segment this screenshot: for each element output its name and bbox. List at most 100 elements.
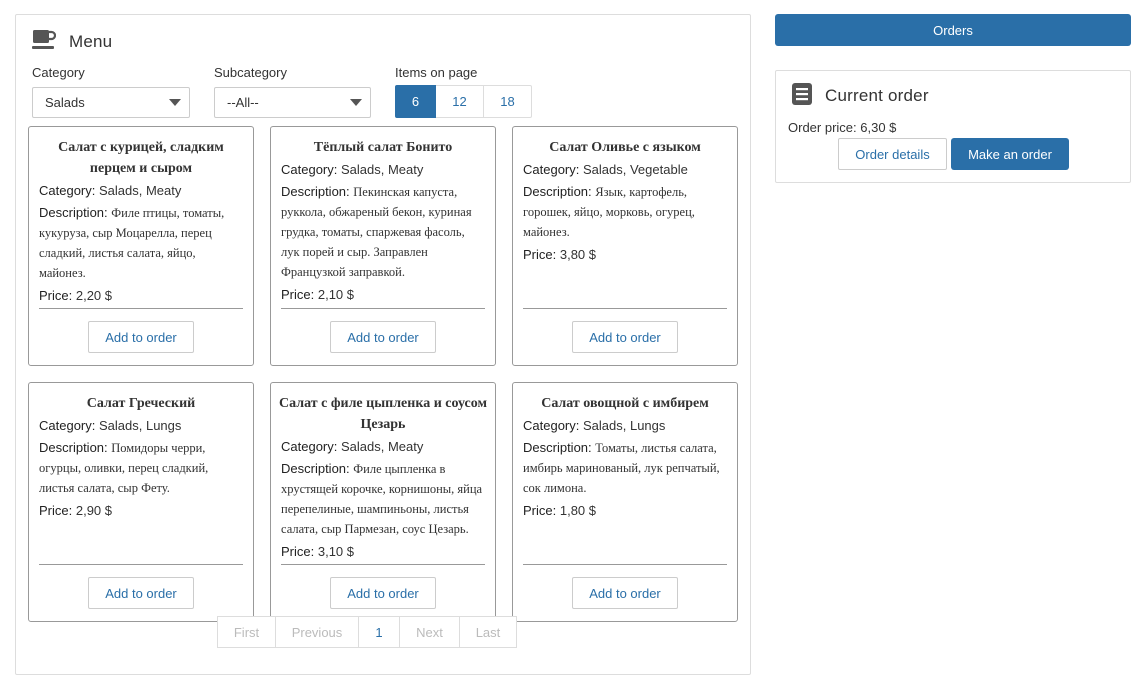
item-category-value: Salads, Meaty [341, 162, 423, 177]
item-category-value: Salads, Vegetable [583, 162, 688, 177]
order-price-value: 6,30 $ [860, 120, 896, 135]
order-price-label: Order price: [788, 120, 857, 135]
category-label: Category: [523, 418, 579, 433]
item-price-value: 1,80 $ [560, 503, 596, 518]
item-price: Price: 2,90 $ [29, 501, 253, 520]
pagination-previous[interactable]: Previous [276, 616, 359, 648]
item-price-value: 2,10 $ [318, 287, 354, 302]
pagination: First Previous 1 Next Last [217, 616, 517, 648]
page-size-12-button[interactable]: 12 [436, 85, 484, 118]
pagination-last[interactable]: Last [460, 616, 517, 648]
item-category: Category: Salads, Lungs [29, 416, 253, 435]
item-price: Price: 3,10 $ [271, 542, 495, 561]
coffee-cup-icon [32, 29, 56, 54]
menu-title: Menu [69, 32, 112, 52]
item-description: Description: Язык, картофель, горошек, я… [513, 182, 737, 242]
price-label: Price: [281, 287, 314, 302]
item-category-value: Salads, Meaty [99, 183, 181, 198]
item-price-value: 2,90 $ [76, 503, 112, 518]
item-category: Category: Salads, Meaty [29, 181, 253, 200]
add-to-order-button[interactable]: Add to order [572, 577, 678, 609]
item-price-value: 2,20 $ [76, 288, 112, 303]
item-name: Салат Греческий [29, 383, 253, 414]
item-description: Description: Филе птицы, томаты, кукуруз… [29, 203, 253, 283]
orders-button[interactable]: Orders [775, 14, 1131, 46]
description-label: Description: [39, 440, 108, 455]
description-label: Description: [281, 184, 350, 199]
current-order-panel: Current order Order price: 6,30 $ Order … [775, 70, 1131, 183]
subcategory-select[interactable]: --All-- [214, 87, 371, 118]
divider [39, 564, 243, 565]
item-price: Price: 1,80 $ [513, 501, 737, 520]
menu-item-card: Тёплый салат Бонито Category: Salads, Me… [270, 126, 496, 366]
add-to-order-button[interactable]: Add to order [88, 321, 194, 353]
item-name: Салат с филе цыпленка и соусом Цезарь [271, 383, 495, 435]
category-label: Category: [281, 439, 337, 454]
divider [523, 564, 727, 565]
chevron-down-icon [169, 99, 181, 106]
description-label: Description: [281, 461, 350, 476]
pagination-next[interactable]: Next [400, 616, 460, 648]
add-to-order-button[interactable]: Add to order [330, 321, 436, 353]
item-name: Салат с курицей, сладким перцем и сыром [29, 127, 253, 179]
item-price: Price: 2,10 $ [271, 285, 495, 304]
item-price: Price: 2,20 $ [29, 286, 253, 305]
category-select[interactable]: Salads [32, 87, 190, 118]
item-category: Category: Salads, Lungs [513, 416, 737, 435]
description-label: Description: [39, 205, 108, 220]
price-label: Price: [39, 288, 72, 303]
page-size-18-button[interactable]: 18 [484, 85, 532, 118]
add-to-order-button[interactable]: Add to order [88, 577, 194, 609]
order-price: Order price: 6,30 $ [788, 120, 896, 135]
pagination-page-1[interactable]: 1 [359, 616, 400, 648]
category-label: Category: [39, 418, 95, 433]
divider [281, 308, 485, 309]
item-description: Description: Филе цыпленка в хрустящей к… [271, 459, 495, 539]
item-name: Салат Оливье с языком [513, 127, 737, 158]
menu-item-card: Салат Оливье с языком Category: Salads, … [512, 126, 738, 366]
description-label: Description: [523, 440, 592, 455]
page-size-6-button[interactable]: 6 [395, 85, 436, 118]
subcategory-label: Subcategory [214, 65, 287, 80]
item-price-value: 3,10 $ [318, 544, 354, 559]
item-category-value: Salads, Lungs [583, 418, 665, 433]
menu-item-card: Салат с курицей, сладким перцем и сыром … [28, 126, 254, 366]
price-label: Price: [281, 544, 314, 559]
menu-item-card: Салат овощной с имбирем Category: Salads… [512, 382, 738, 622]
add-to-order-button[interactable]: Add to order [572, 321, 678, 353]
item-category-value: Salads, Meaty [341, 439, 423, 454]
order-details-button[interactable]: Order details [838, 138, 947, 170]
menu-header: Menu [32, 29, 112, 54]
price-label: Price: [523, 247, 556, 262]
price-label: Price: [523, 503, 556, 518]
make-order-button[interactable]: Make an order [951, 138, 1069, 170]
category-label: Category [32, 65, 85, 80]
subcategory-select-value: --All-- [227, 95, 259, 110]
divider [523, 308, 727, 309]
price-label: Price: [39, 503, 72, 518]
page-size-group: 6 12 18 [395, 85, 532, 118]
category-select-value: Salads [45, 95, 85, 110]
divider [39, 308, 243, 309]
item-name: Тёплый салат Бонито [271, 127, 495, 158]
add-to-order-button[interactable]: Add to order [330, 577, 436, 609]
item-price: Price: 3,80 $ [513, 245, 737, 264]
current-order-header: Current order [792, 83, 929, 108]
item-name: Салат овощной с имбирем [513, 383, 737, 414]
menu-item-card: Салат с филе цыпленка и соусом Цезарь Ca… [270, 382, 496, 622]
category-label: Category: [523, 162, 579, 177]
description-label: Description: [523, 184, 592, 199]
item-price-value: 3,80 $ [560, 247, 596, 262]
category-label: Category: [39, 183, 95, 198]
divider [281, 564, 485, 565]
item-description: Description: Пекинская капуста, руккола,… [271, 182, 495, 282]
item-category: Category: Salads, Meaty [271, 160, 495, 179]
pagination-first[interactable]: First [217, 616, 276, 648]
item-description-text: Пекинская капуста, руккола, обжареный бе… [281, 185, 472, 279]
item-description: Description: Помидоры черри, огурцы, оли… [29, 438, 253, 498]
document-icon [792, 83, 812, 108]
items-on-page-label: Items on page [395, 65, 477, 80]
item-category: Category: Salads, Meaty [271, 437, 495, 456]
item-description: Description: Томаты, листья салата, имби… [513, 438, 737, 498]
item-category-value: Salads, Lungs [99, 418, 181, 433]
